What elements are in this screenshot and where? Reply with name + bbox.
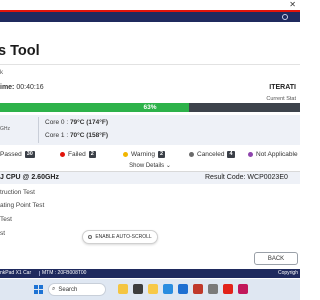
app-statusbar: nkPad X1 Car MTM : 20FB008T00 Copyrigh (0, 269, 300, 278)
taskbar-file-explorer-icon[interactable] (148, 284, 158, 294)
canceled-icon (189, 152, 194, 157)
autoscroll-icon (88, 235, 93, 239)
not-applicable-icon (248, 152, 253, 157)
progress-percent: 63% (143, 104, 157, 111)
back-label: BACK (267, 255, 285, 262)
taskbar-task-view-icon[interactable] (133, 284, 143, 294)
copyright-text: Copyrigh (277, 270, 298, 276)
search-icon: ⌕ (52, 286, 56, 292)
status-failed[interactable]: Failed 2 (60, 149, 96, 160)
status-failed-label: Failed (68, 151, 86, 158)
module-header: J CPU @ 2.60GHz Result Code: WCP0023E0 (0, 172, 300, 184)
test-item: ating Point Test (0, 202, 45, 209)
app-header-bar (0, 12, 300, 22)
status-passed[interactable]: Passed 30 (0, 149, 35, 160)
status-not-applicable-label: Not Applicable (256, 151, 298, 158)
elapsed-time: ime: 00:40:16 (0, 84, 44, 91)
taskbar-mail-icon[interactable] (178, 284, 188, 294)
result-code: Result Code: WCP0023E0 (205, 174, 288, 181)
cpu-frequency-fragment: GHz (0, 126, 10, 132)
autoscroll-label: ENABLE AUTO-SCROLL (95, 234, 152, 240)
test-item: st (0, 230, 6, 237)
elapsed-time-value: 00:40:16 (16, 84, 44, 91)
status-canceled-label: Canceled (197, 151, 225, 158)
status-passed-count: 30 (24, 151, 35, 158)
back-button[interactable]: BACK (254, 252, 298, 265)
taskbar-widgets-icon[interactable] (118, 284, 128, 294)
windows-start-icon[interactable] (34, 285, 43, 294)
show-details-toggle[interactable]: Show Details ⌄ (0, 162, 300, 169)
status-warning[interactable]: Warning 2 (123, 149, 166, 160)
taskbar-app-icon[interactable] (193, 284, 203, 294)
elapsed-time-label: ime: (0, 84, 15, 91)
window-titlebar: ✕ (0, 0, 300, 10)
temperature-divider (38, 117, 39, 143)
core0-value: 79°C (174°F) (69, 119, 109, 126)
status-failed-count: 2 (88, 151, 96, 158)
device-model: nkPad X1 Car (0, 270, 32, 276)
info-fragment: k (0, 70, 3, 76)
page-title: s Tool (0, 43, 40, 59)
taskbar-diagnostics-icon[interactable] (238, 284, 248, 294)
core1-label: Core 1 : (45, 132, 70, 139)
os-taskbar: ⌕ Search (0, 279, 300, 300)
status-summary: Passed 30 Failed 2 Warning 2 Canceled 4 … (0, 149, 300, 160)
help-icon[interactable] (282, 14, 288, 20)
status-warning-label: Warning (131, 151, 155, 158)
header-divider (0, 64, 300, 65)
statusbar-separator (39, 271, 40, 276)
taskbar-search-label: Search (58, 286, 78, 293)
status-canceled[interactable]: Canceled 4 (189, 149, 235, 160)
status-warning-count: 2 (157, 151, 166, 158)
module-title: J CPU @ 2.60GHz (0, 174, 59, 181)
core0-temperature: Core 0 : 79°C (174°F) (45, 119, 108, 126)
temperature-panel: GHz Core 0 : 79°C (174°F) Core 1 : 70°C … (0, 115, 300, 145)
core1-value: 70°C (158°F) (69, 132, 109, 139)
current-status-label: Current Stat (266, 96, 296, 102)
enable-autoscroll-button[interactable]: ENABLE AUTO-SCROLL (82, 230, 158, 244)
status-passed-label: Passed (0, 151, 22, 158)
warning-icon (123, 152, 128, 157)
core1-temperature: Core 1 : 70°C (158°F) (45, 132, 108, 139)
status-not-applicable[interactable]: Not Applicable (248, 149, 298, 160)
taskbar-settings-icon[interactable] (208, 284, 218, 294)
test-item: Test (0, 216, 12, 223)
progress-bar: 63% (0, 103, 300, 112)
core0-label: Core 0 : (45, 119, 70, 126)
close-icon[interactable]: ✕ (289, 0, 296, 10)
machine-type-model: MTM : 20FB008T00 (42, 270, 87, 276)
status-canceled-count: 4 (227, 151, 235, 158)
iteration-label: ITERATI (269, 84, 296, 91)
error-icon (60, 152, 65, 157)
taskbar-search[interactable]: ⌕ Search (48, 283, 106, 296)
test-item: truction Test (0, 189, 35, 196)
taskbar-lenovo-icon[interactable] (223, 284, 233, 294)
taskbar-edge-icon[interactable] (163, 284, 173, 294)
